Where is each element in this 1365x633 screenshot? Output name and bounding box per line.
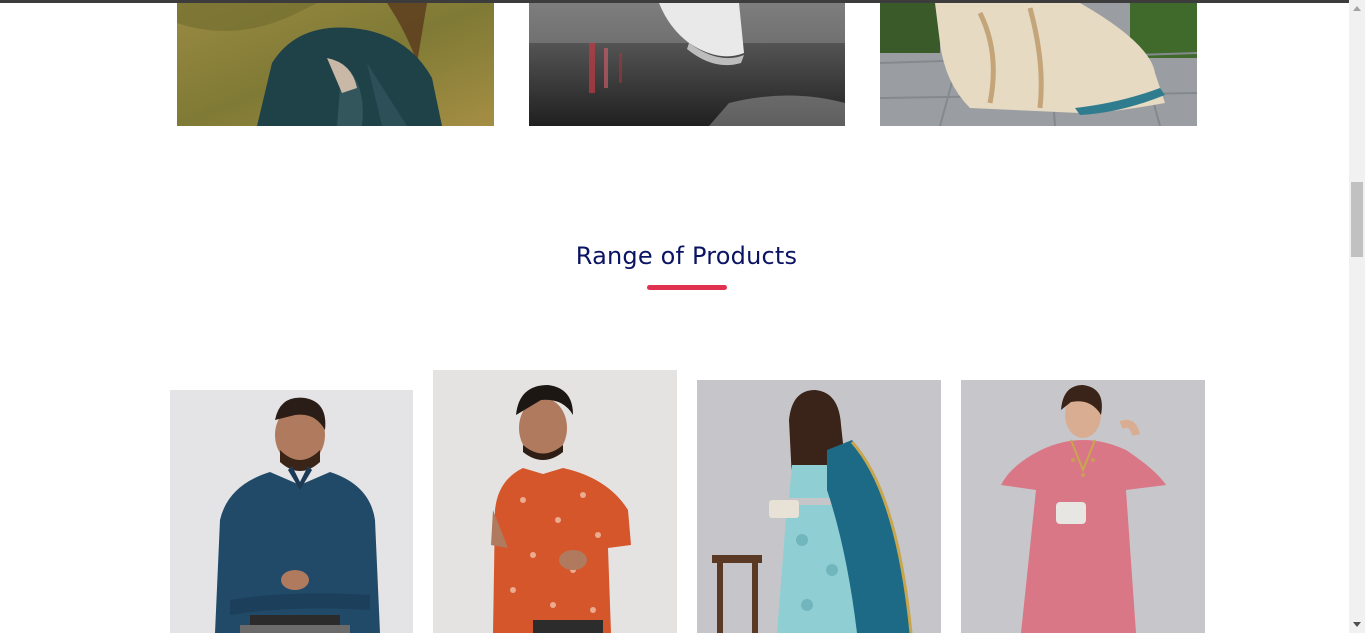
title-underline: [647, 285, 727, 290]
scroll-down-arrow-icon[interactable]: [1353, 622, 1361, 627]
section-title: Range of Products: [575, 242, 798, 270]
window-top-edge: [0, 0, 1365, 3]
vertical-scrollbar[interactable]: [1349, 0, 1365, 633]
product-image-formal-shirt[interactable]: [170, 390, 413, 633]
scroll-up-arrow-icon[interactable]: [1353, 6, 1361, 11]
product-image-kaftan[interactable]: [961, 380, 1205, 633]
category-image-saree[interactable]: [880, 3, 1197, 126]
category-image-sneakers[interactable]: [529, 3, 845, 126]
page-content: Range of Products: [0, 0, 1349, 633]
category-image-denim[interactable]: [177, 3, 494, 126]
scrollbar-thumb[interactable]: [1351, 182, 1363, 257]
product-image-printed-tshirt[interactable]: [433, 370, 677, 633]
product-image-lehenga[interactable]: [697, 380, 941, 633]
